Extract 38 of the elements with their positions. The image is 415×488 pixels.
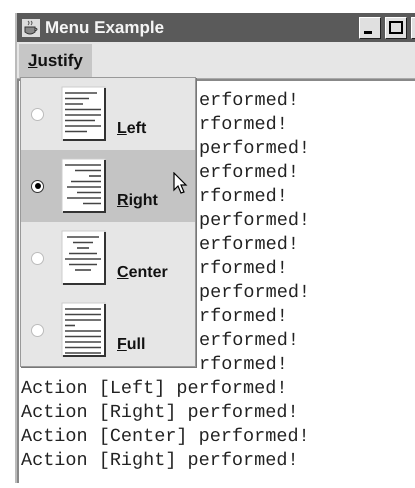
output-line: Action [Right] performed! (21, 449, 299, 473)
minimize-icon[interactable] (359, 16, 381, 38)
menu-item-label: Right (117, 192, 158, 210)
menu-item[interactable]: Center (21, 222, 195, 294)
output-line: rformed! (199, 305, 288, 329)
menu-item[interactable]: Left (21, 78, 195, 150)
radio-button[interactable] (31, 180, 44, 192)
output-line: Action [Center] performed! (21, 425, 310, 449)
radio-button[interactable] (31, 252, 44, 264)
menu-item-label: Full (117, 336, 146, 354)
maximize-icon[interactable] (385, 16, 407, 38)
document-lines-icon (61, 302, 107, 358)
document-lines-icon (61, 158, 107, 214)
radio-button[interactable] (31, 324, 44, 336)
output-line: performed! (199, 281, 310, 305)
menu-item-label: Center (117, 264, 168, 282)
output-line: erformed! (199, 329, 299, 353)
output-line: erformed! (199, 89, 299, 113)
output-line: Action [Right] performed! (21, 401, 299, 425)
mouse-pointer-icon (173, 172, 189, 196)
menu-item-label: Left (117, 120, 146, 138)
menu-item[interactable]: Full (21, 294, 195, 366)
document-lines-icon (61, 230, 107, 286)
output-line: performed! (199, 209, 310, 233)
coffee-cup-icon (21, 18, 41, 38)
window-title: Menu Example (45, 18, 166, 38)
output-line: rformed! (199, 185, 288, 209)
output-line: erformed! (199, 233, 299, 257)
radio-button[interactable] (31, 108, 44, 120)
output-line: performed! (199, 137, 310, 161)
menu-title[interactable]: Justify (19, 44, 92, 78)
output-line: erformed! (199, 161, 299, 185)
output-line: rformed! (199, 353, 288, 377)
output-line: rformed! (199, 113, 288, 137)
output-line: rformed! (199, 257, 288, 281)
output-line: Action [Left] performed! (21, 377, 288, 401)
document-lines-icon (61, 86, 107, 142)
menu-item[interactable]: Right (21, 150, 195, 222)
